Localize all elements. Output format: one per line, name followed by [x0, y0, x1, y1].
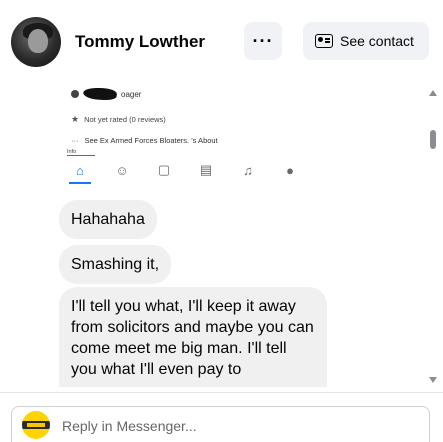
contact-card-icon [315, 34, 333, 48]
home-icon: ⌂ [76, 162, 84, 178]
globe-icon [71, 90, 79, 98]
scrollbar-thumb[interactable] [430, 130, 436, 149]
dots-icon: ··· [71, 136, 79, 145]
message-bubble[interactable]: Hahahaha [59, 200, 157, 239]
conversation-header: Tommy Lowther ··· See contact [0, 0, 443, 86]
message-bubble[interactable]: Smashing it, [59, 245, 172, 284]
shared-tab-underline [69, 182, 91, 184]
scroll-up-arrow[interactable] [429, 90, 437, 96]
shared-username-suffix: oager [121, 89, 142, 99]
star-icon: ★ [71, 114, 80, 124]
video-icon: ▢ [157, 162, 171, 177]
reply-placeholder[interactable]: Reply in Messenger... [62, 418, 197, 434]
contact-name[interactable]: Tommy Lowther [75, 32, 205, 52]
shared-tab-bar: ⌂ ☺ ▢ ▤ ♫ ● [67, 162, 303, 178]
page-avatar [22, 411, 50, 439]
shared-bio-row: ··· See Ex Armed Forces Bloaters. 's Abo… [71, 136, 218, 145]
shared-info-underline [67, 155, 95, 156]
profile-icon: ● [286, 162, 294, 178]
more-options-button[interactable]: ··· [244, 22, 282, 60]
shared-username-row: oager [71, 88, 141, 100]
bell-icon: ♫ [243, 162, 253, 178]
contact-avatar[interactable] [11, 17, 61, 67]
shared-screenshot[interactable]: oager ★ Not yet rated (0 reviews) ··· Se… [59, 80, 309, 197]
shop-icon: ▤ [199, 162, 213, 177]
shared-bio-text: See Ex Armed Forces Bloaters. 's About [84, 136, 218, 145]
see-contact-button[interactable]: See contact [303, 22, 429, 60]
redaction-scribble [81, 88, 119, 100]
shared-rating-text: Not yet rated (0 reviews) [84, 115, 166, 124]
scroll-down-arrow[interactable] [429, 377, 437, 383]
shared-rating-row: ★ Not yet rated (0 reviews) [71, 114, 166, 125]
people-icon: ☺ [115, 162, 129, 178]
see-contact-label: See contact [340, 33, 414, 49]
message-bubble[interactable]: I'll tell you what, I'll keep it away fr… [59, 287, 327, 387]
